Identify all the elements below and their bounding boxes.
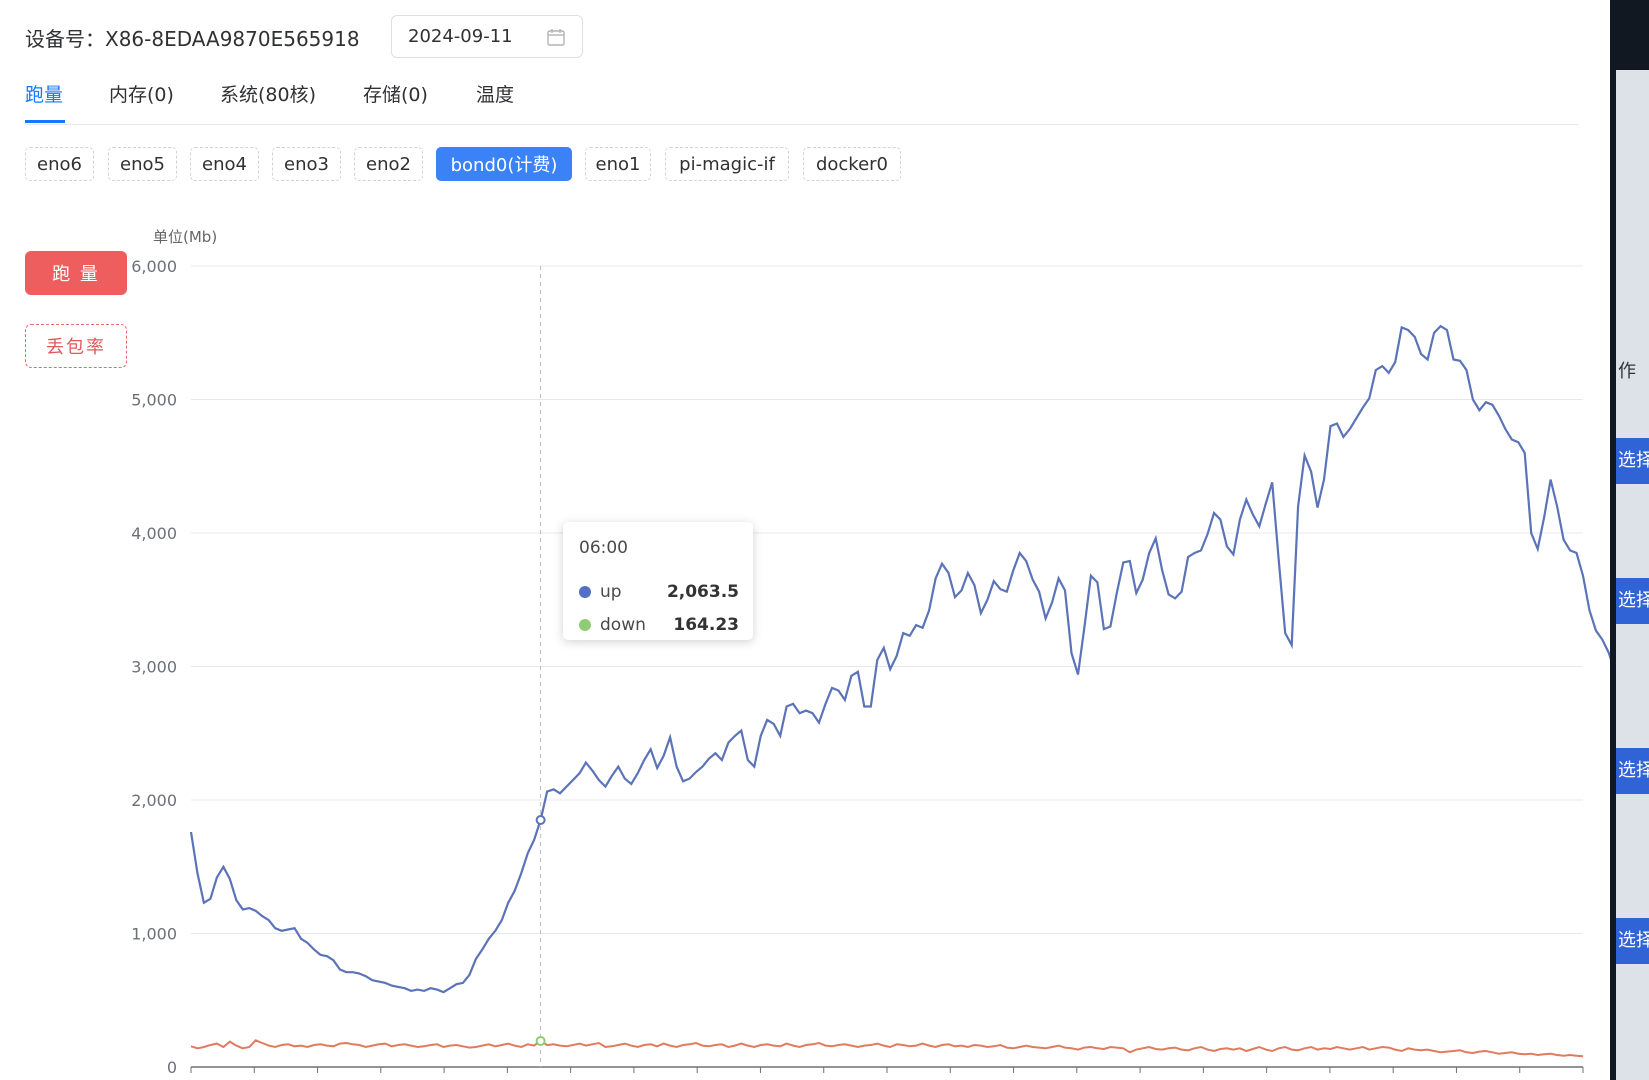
throughput-chart: 单位(Mb) 0 1,000 2,000 3,000 4,000 5,000 6,000 bbox=[131, 228, 1623, 1077]
y-tick-label: 3,000 bbox=[131, 658, 177, 677]
side-panel-overlay: 作 选择 选择 选择 选择 bbox=[1610, 0, 1649, 1080]
series-down-line bbox=[190, 1039, 1584, 1058]
y-tick-label: 1,000 bbox=[131, 925, 177, 944]
series-up-line bbox=[189, 324, 1623, 994]
tooltip-series-value: 164.23 bbox=[673, 615, 739, 635]
y-tick-label: 5,000 bbox=[131, 391, 177, 410]
y-tick-label: 2,000 bbox=[131, 791, 177, 810]
legend-dot-up bbox=[579, 586, 591, 598]
y-tick-label: 0 bbox=[167, 1058, 177, 1077]
y-tick-label: 6,000 bbox=[131, 257, 177, 276]
side-panel-text: 作 bbox=[1618, 361, 1636, 382]
legend-dot-down bbox=[579, 619, 591, 631]
tooltip-time: 06:00 bbox=[579, 538, 628, 558]
hover-point-up bbox=[535, 815, 546, 826]
hover-point-down bbox=[535, 1035, 546, 1046]
tooltip-series-name: down bbox=[600, 615, 646, 635]
side-select-button[interactable]: 选择 bbox=[1616, 918, 1649, 964]
y-tick-label: 4,000 bbox=[131, 524, 177, 543]
tooltip-row-up: up 2,063.5 bbox=[579, 581, 739, 603]
side-select-button[interactable]: 选择 bbox=[1616, 748, 1649, 794]
chart-tooltip: 06:00 up 2,063.5 down 164.23 bbox=[563, 522, 753, 640]
tooltip-series-name: up bbox=[600, 582, 622, 602]
side-select-button[interactable]: 选择 bbox=[1616, 438, 1649, 484]
side-select-button[interactable]: 选择 bbox=[1616, 578, 1649, 624]
chart-unit-label: 单位(Mb) bbox=[153, 228, 217, 246]
tooltip-series-value: 2,063.5 bbox=[666, 582, 739, 602]
tooltip-row-down: down 164.23 bbox=[579, 614, 739, 636]
